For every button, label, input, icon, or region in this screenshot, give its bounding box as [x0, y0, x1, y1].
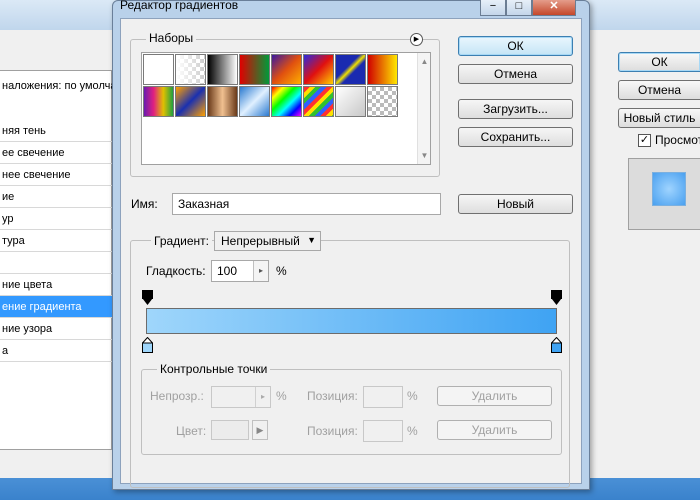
preset-swatch[interactable]: [335, 54, 366, 85]
layer-style-list-item[interactable]: ур: [0, 208, 112, 230]
layer-style-cancel-button[interactable]: Отмена: [618, 80, 700, 100]
stops-group-label: Контрольные точки: [157, 362, 271, 376]
smoothness-unit: %: [276, 264, 287, 278]
presets-label: Наборы: [146, 31, 197, 45]
preset-swatch[interactable]: [303, 54, 334, 85]
new-style-button[interactable]: Новый стиль: [618, 108, 700, 128]
smoothness-input[interactable]: 100 ▸: [211, 260, 269, 282]
color-delete-button[interactable]: Удалить: [437, 420, 552, 440]
layer-style-list-item[interactable]: ее свечение: [0, 142, 112, 164]
preset-swatch[interactable]: [335, 86, 366, 117]
opacity-position-input[interactable]: [363, 386, 403, 408]
gradient-type-select[interactable]: Непрерывный ▼: [214, 231, 321, 251]
color-arrow-icon[interactable]: ▶: [252, 420, 268, 440]
preset-swatch[interactable]: [271, 86, 302, 117]
opacity-input[interactable]: ▸: [211, 386, 271, 408]
layer-style-list-item[interactable]: ие: [0, 186, 112, 208]
smoothness-label: Гладкость:: [146, 264, 206, 278]
cancel-button[interactable]: Отмена: [458, 64, 573, 84]
preset-swatch[interactable]: [143, 86, 174, 117]
opacity-arrow-icon[interactable]: ▸: [255, 387, 270, 407]
opacity-label: Непрозр.:: [150, 389, 204, 403]
layer-style-list-item[interactable]: а: [0, 340, 112, 362]
preset-swatch[interactable]: [239, 86, 270, 117]
color-position-input[interactable]: [363, 420, 403, 442]
chevron-down-icon: ▼: [307, 235, 316, 245]
preset-swatch[interactable]: [207, 54, 238, 85]
maximize-icon[interactable]: □: [506, 0, 532, 16]
opacity-unit: %: [276, 389, 287, 403]
smoothness-value: 100: [217, 264, 238, 278]
preset-swatch[interactable]: [143, 54, 174, 85]
color-swatch[interactable]: [211, 420, 249, 440]
preview-label: Просмотр: [655, 133, 700, 147]
layer-style-list-item[interactable]: тура: [0, 230, 112, 252]
color-label: Цвет:: [176, 424, 207, 438]
layer-style-list-item[interactable]: няя тень: [0, 120, 112, 142]
opacity-stop-left[interactable]: [142, 290, 153, 306]
color-position-label: Позиция:: [307, 424, 358, 438]
color-position-unit: %: [407, 424, 418, 438]
preset-swatch[interactable]: [303, 86, 334, 117]
layer-style-list-item[interactable]: ние узора: [0, 318, 112, 340]
close-icon[interactable]: ✕: [532, 0, 576, 16]
layer-style-ok-button[interactable]: ОК: [618, 52, 700, 72]
preset-swatch[interactable]: [239, 54, 270, 85]
opacity-position-label: Позиция:: [307, 389, 358, 403]
color-stop-left[interactable]: [142, 337, 153, 353]
minimize-icon[interactable]: −: [480, 0, 506, 16]
window-title: Редактор градиентов: [120, 0, 239, 12]
gradient-type-value: Непрерывный: [221, 234, 300, 248]
opacity-stop-right[interactable]: [551, 290, 562, 306]
preview-checkbox[interactable]: ✓: [638, 134, 651, 147]
name-input[interactable]: Заказная: [172, 193, 441, 215]
smoothness-arrow-icon[interactable]: ▸: [253, 261, 268, 281]
preset-swatch[interactable]: [271, 54, 302, 85]
layer-style-list-item[interactable]: ние цвета: [0, 274, 112, 296]
style-preview-swatch: [652, 172, 686, 206]
layer-style-list-item[interactable]: [0, 252, 112, 274]
load-button[interactable]: Загрузить...: [458, 99, 573, 119]
preset-swatch[interactable]: [207, 86, 238, 117]
color-stop-right[interactable]: [551, 337, 562, 353]
blend-options-item[interactable]: наложения: по умолча: [0, 80, 120, 100]
opacity-delete-button[interactable]: Удалить: [437, 386, 552, 406]
preset-swatch[interactable]: [175, 86, 206, 117]
layer-style-list-item[interactable]: нее свечение: [0, 164, 112, 186]
preset-swatch[interactable]: [367, 86, 398, 117]
save-button[interactable]: Сохранить...: [458, 127, 573, 147]
name-label: Имя:: [131, 197, 158, 211]
preset-swatch[interactable]: [175, 54, 206, 85]
opacity-position-unit: %: [407, 389, 418, 403]
gradient-preview-bar[interactable]: [146, 308, 557, 334]
stops-group: [141, 369, 562, 455]
ok-button[interactable]: ОК: [458, 36, 573, 56]
new-button[interactable]: Новый: [458, 194, 573, 214]
gradient-type-label: Градиент:: [151, 234, 213, 248]
presets-menu-arrow-icon[interactable]: ▶: [410, 33, 423, 46]
presets-scrollbar[interactable]: ▲ ▼: [417, 53, 430, 164]
preset-swatch[interactable]: [367, 54, 398, 85]
layer-style-list-item[interactable]: ение градиента: [0, 296, 112, 318]
